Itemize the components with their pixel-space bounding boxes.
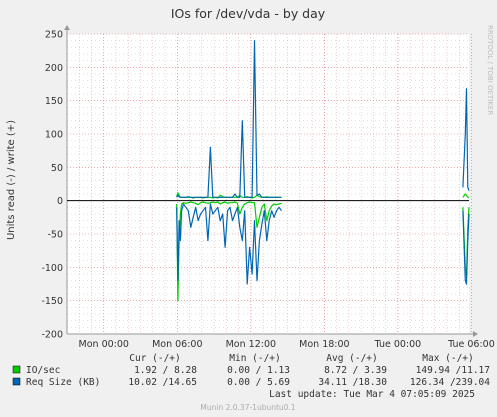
y-tick-label: 50 xyxy=(51,163,63,174)
x-tick-label: Tue 00:00 xyxy=(374,339,422,350)
y-tick-label: 0 xyxy=(57,196,63,207)
chart-title: IOs for /dev/vda - by day xyxy=(171,6,326,21)
legend-req-size-max: 126.34 /239.04 xyxy=(410,377,490,388)
munin-version-footer: Munin 2.0.37-1ubuntu0.1 xyxy=(200,403,295,412)
y-tick-label: -100 xyxy=(41,263,63,274)
legend-swatch-req-size xyxy=(12,377,21,386)
x-tick-label: Mon 06:00 xyxy=(152,339,202,350)
legend-swatch-io xyxy=(12,365,21,374)
last-update: Last update: Tue Mar 4 07:05:09 2025 xyxy=(269,389,475,400)
x-tick-label: Mon 12:00 xyxy=(226,339,276,350)
y-tick-label: 200 xyxy=(45,63,63,74)
legend-header-avg: Avg (-/+) xyxy=(326,353,377,364)
legend-io-cur: 1.92 / 8.28 xyxy=(134,365,197,376)
y-tick-label: -200 xyxy=(41,330,63,341)
plot-background xyxy=(67,34,469,334)
legend-header-min: Min (-/+) xyxy=(229,353,280,364)
legend-label-req-size: Req Size (KB) xyxy=(26,377,100,388)
legend-header-cur: Cur (-/+) xyxy=(129,353,180,364)
legend-req-size-min: 0.00 / 5.69 xyxy=(227,377,290,388)
legend-req-size-cur: 10.02 /14.65 xyxy=(128,377,197,388)
legend-io-max: 149.94 /11.17 xyxy=(416,365,490,376)
x-tick-label: Mon 00:00 xyxy=(79,339,129,350)
legend-label-io: IO/sec xyxy=(26,365,60,376)
y-tick-label: -50 xyxy=(47,230,63,241)
legend-req-size-avg: 34.11 /18.30 xyxy=(318,377,387,388)
x-tick-label: Tue 06:00 xyxy=(447,339,495,350)
y-tick-label: 250 xyxy=(45,30,63,41)
legend-io-min: 0.00 / 1.13 xyxy=(227,365,290,376)
legend-row-req-size: Req Size (KB) 10.02 /14.65 0.00 / 5.69 3… xyxy=(12,377,490,388)
munin-graph: IOs for /dev/vda - by day RRDTOOL / TOBI… xyxy=(0,0,497,417)
legend-header-max: Max (-/+) xyxy=(422,353,473,364)
rrdtool-watermark: RRDTOOL / TOBI OETIKER xyxy=(486,25,494,115)
y-axis-label: Units read (-) / write (+) xyxy=(6,120,17,240)
y-tick-label: 100 xyxy=(45,130,63,141)
io-chart: IOs for /dev/vda - by day RRDTOOL / TOBI… xyxy=(0,0,497,417)
legend-io-avg: 8.72 / 3.39 xyxy=(324,365,387,376)
plot-area: -200 -150 -100 -50 0 50 100 150 200 250 Mon 00:00 M… xyxy=(41,25,495,350)
y-tick-label: -150 xyxy=(41,296,63,307)
x-tick-label: Mon 18:00 xyxy=(299,339,349,350)
y-tick-label: 150 xyxy=(45,96,63,107)
